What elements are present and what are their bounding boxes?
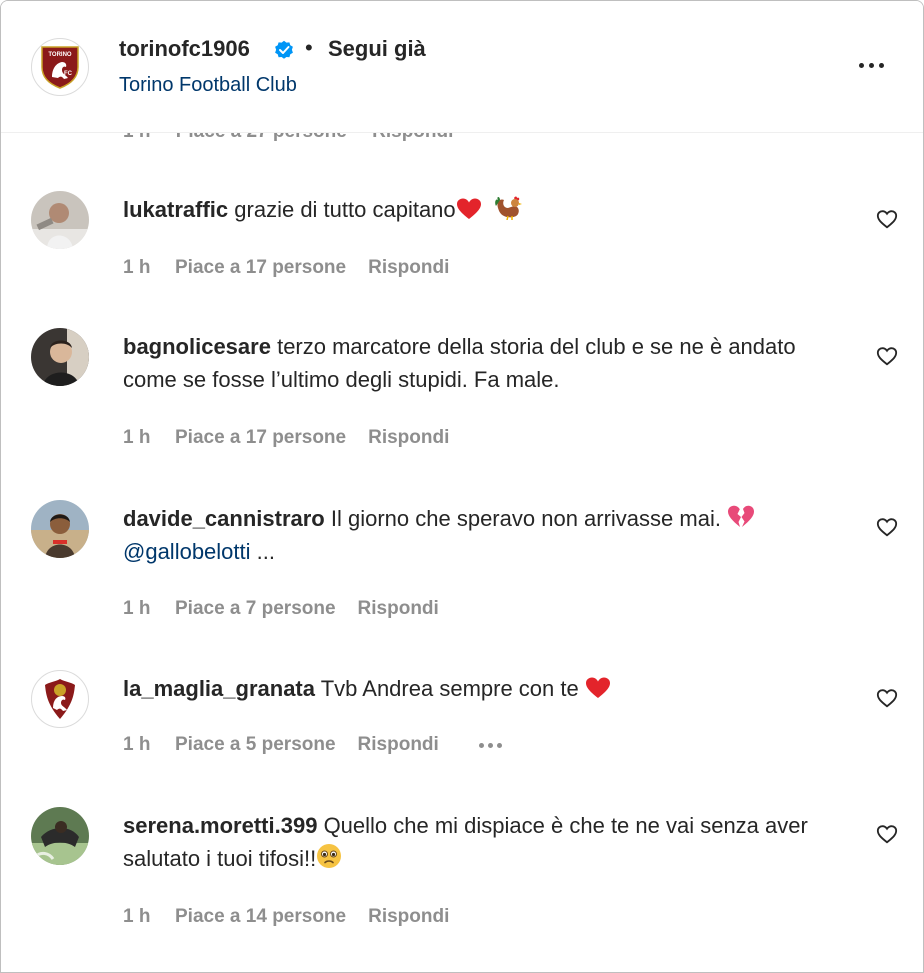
reply-button[interactable]: Rispondi [368,427,449,449]
comment-time: 1 h [123,734,151,755]
comment-time: 1 h [123,427,151,448]
like-heart-icon[interactable] [876,516,898,538]
like-heart-icon[interactable] [876,687,898,709]
comment-username[interactable]: davide_cannistraro [123,506,325,531]
separator-dot: • [305,35,313,60]
comment-likes[interactable]: Piace a 17 persone [175,427,346,449]
account-subtitle[interactable]: Torino Football Club [119,74,297,97]
red-heart-emoji-icon [585,677,610,698]
comment-likes[interactable]: Piace a 14 persone [175,906,346,928]
comment-likes[interactable]: Piace a 5 persone [175,734,336,756]
more-options-icon[interactable] [859,53,889,77]
avatar[interactable] [31,670,89,728]
comment-meta: 1 h Piace a 17 persone Rispondi [123,427,449,449]
torino-crest-icon: TORINO FC [41,46,79,89]
svg-text:TORINO: TORINO [48,52,72,58]
broken-heart-emoji-icon [728,505,755,527]
torino-fc-logo-avatar[interactable]: TORINO FC [31,38,89,96]
comment-text: la_maglia_granata Tvb Andrea sempre con … [123,672,843,705]
reply-button[interactable]: Rispondi [368,906,449,928]
comment-body: Tvb Andrea sempre con te [320,676,579,701]
comment-time: 1 h [123,257,151,278]
like-heart-icon[interactable] [876,345,898,367]
comment-time: 1 h [123,598,151,619]
avatar[interactable] [31,328,89,386]
svg-text:FC: FC [64,71,73,77]
post-comments-panel: 1 h Piace a 27 persone Rispondi TORINO F… [0,0,924,973]
comment-meta: 1 h Piace a 7 persone Rispondi [123,598,439,620]
avatar[interactable] [31,500,89,558]
avatar[interactable] [31,191,89,249]
comment-body: Il giorno che speravo non arrivasse mai. [330,506,721,531]
comment-options-icon[interactable] [478,742,502,748]
comment-meta: 1 h Piace a 17 persone Rispondi [123,257,449,279]
like-heart-icon[interactable] [876,823,898,845]
comment-body: grazie di tutto capitano [234,197,456,222]
comment-text: bagnolicesare terzo marcatore della stor… [123,330,843,396]
reply-button[interactable]: Rispondi [368,257,449,279]
comment-likes[interactable]: Piace a 17 persone [175,257,346,279]
red-heart-emoji-icon [456,198,481,219]
verified-badge-icon [275,40,293,59]
avatar[interactable] [31,807,89,865]
comment-truncation[interactable]: ... [257,539,275,564]
torino-crest-icon [45,679,75,719]
comment-username[interactable]: la_maglia_granata [123,676,315,701]
comment-username[interactable]: lukatraffic [123,197,228,222]
post-header: TORINO FC torinofc1906 • Segui già Torin… [1,1,923,133]
like-heart-icon[interactable] [876,208,898,230]
comment-text: serena.moretti.399 Quello che mi dispiac… [123,809,843,875]
comment-text: lukatraffic grazie di tutto capitano [123,193,843,226]
reply-button[interactable]: Rispondi [358,734,439,756]
comment-meta: 1 h Piace a 5 persone Rispondi [123,734,502,756]
comment-username[interactable]: serena.moretti.399 [123,813,317,838]
comment-meta: 1 h Piace a 14 persone Rispondi [123,906,449,928]
comment-username[interactable]: bagnolicesare [123,334,271,359]
reply-button[interactable]: Rispondi [358,598,439,620]
rooster-emoji-icon [494,196,522,220]
comment-time: 1 h [123,906,151,927]
sad-face-emoji-icon [317,844,342,868]
comment-text: davide_cannistraro Il giorno che speravo… [123,502,843,568]
following-button[interactable]: Segui già [328,36,426,62]
account-username[interactable]: torinofc1906 [119,36,250,62]
comment-likes[interactable]: Piace a 7 persone [175,598,336,620]
mention-link[interactable]: @gallobelotti [123,539,251,564]
